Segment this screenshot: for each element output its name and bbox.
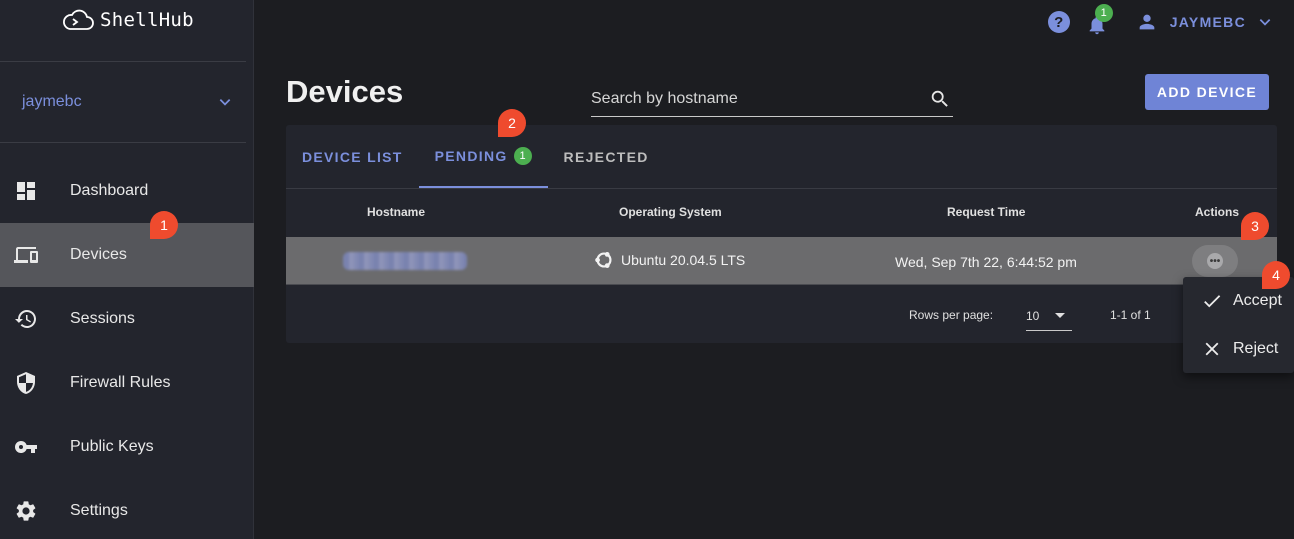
tab-label: DEVICE LIST xyxy=(302,148,403,165)
column-header-os: Operating System xyxy=(619,205,722,219)
menu-item-label: Accept xyxy=(1233,292,1282,309)
person-icon xyxy=(1139,14,1155,30)
tab-device-list[interactable]: DEVICE LIST xyxy=(286,125,419,188)
dashboard-icon xyxy=(17,182,35,200)
add-device-button[interactable]: ADD DEVICE xyxy=(1145,74,1269,110)
close-icon xyxy=(1205,342,1219,356)
os-cell: Ubuntu 20.04.5 LTS xyxy=(593,249,745,271)
sidebar-divider xyxy=(0,61,246,62)
pagination-range: 1-1 of 1 xyxy=(1110,308,1151,322)
ubuntu-icon xyxy=(595,252,612,268)
search-input[interactable] xyxy=(591,90,911,108)
devices-card: DEVICE LIST PENDING 1 REJECTED Hostname … xyxy=(286,125,1277,343)
menu-item-reject[interactable]: Reject xyxy=(1183,325,1294,373)
sidebar-nav: Dashboard Devices Sessions Firewall Rule… xyxy=(0,159,254,539)
more-horizontal-icon: ••• xyxy=(1207,253,1223,269)
rows-per-page-value: 10 xyxy=(1026,308,1040,323)
caret-down-icon xyxy=(1055,313,1065,318)
sidebar-item-label: Dashboard xyxy=(70,182,149,199)
username: JAYMEBC xyxy=(1169,14,1246,30)
cloud-icon xyxy=(63,9,94,30)
column-header-request-time: Request Time xyxy=(947,205,1026,219)
notifications-button[interactable]: 1 xyxy=(1086,4,1113,35)
os-name: Ubuntu 20.04.5 LTS xyxy=(621,252,746,268)
device-tabs: DEVICE LIST PENDING 1 REJECTED xyxy=(286,125,665,188)
history-icon xyxy=(15,310,36,328)
user-menu[interactable]: JAYMEBC xyxy=(1136,11,1272,33)
sidebar-item-firewall-rules[interactable]: Firewall Rules xyxy=(0,351,254,415)
logo-text: ShellHub xyxy=(100,9,194,31)
rows-per-page-select[interactable]: 10 xyxy=(1026,301,1072,331)
app-root: ShellHub jaymebc Dashboard Devices Sessi… xyxy=(0,0,1294,539)
step-marker-3: 3 xyxy=(1241,212,1269,240)
tab-label: REJECTED xyxy=(563,148,649,165)
notification-badge: 1 xyxy=(1094,4,1113,22)
sidebar-item-label: Public Keys xyxy=(70,438,154,455)
hostname-redacted xyxy=(343,252,467,270)
table-row[interactable]: Ubuntu 20.04.5 LTS Wed, Sep 7th 22, 6:44… xyxy=(286,237,1277,285)
request-time: Wed, Sep 7th 22, 6:44:52 pm xyxy=(895,254,1077,270)
sidebar-item-label: Sessions xyxy=(70,310,135,327)
rows-per-page-label: Rows per page: xyxy=(909,308,994,322)
chevron-down-icon xyxy=(1259,19,1271,26)
sidebar-divider xyxy=(0,142,246,143)
sidebar: ShellHub jaymebc Dashboard Devices Sessi… xyxy=(0,0,254,539)
shield-icon xyxy=(17,372,35,394)
tabs-divider xyxy=(286,188,1277,189)
shellhub-logo[interactable]: ShellHub xyxy=(60,8,194,32)
key-icon xyxy=(14,441,38,453)
page-title: Devices xyxy=(286,74,404,109)
sidebar-item-label: Settings xyxy=(70,502,128,519)
column-header-actions: Actions xyxy=(1195,205,1240,219)
sidebar-item-label: Devices xyxy=(70,246,127,263)
gear-icon xyxy=(16,501,36,521)
namespace-name: jaymebc xyxy=(22,93,82,110)
pending-count-badge: 1 xyxy=(513,146,532,165)
check-icon xyxy=(1204,295,1221,308)
step-marker-2: 2 xyxy=(498,109,526,137)
topbar-actions: ? 1 JAYMEBC xyxy=(1047,4,1272,35)
sidebar-item-devices[interactable]: Devices xyxy=(0,223,254,287)
search-icon[interactable] xyxy=(929,88,951,110)
sidebar-item-dashboard[interactable]: Dashboard xyxy=(0,159,254,223)
help-icon[interactable]: ? xyxy=(1047,11,1070,33)
search-field xyxy=(591,82,953,117)
step-marker-4: 4 xyxy=(1262,261,1290,289)
menu-item-label: Reject xyxy=(1233,340,1279,357)
sidebar-item-sessions[interactable]: Sessions xyxy=(0,287,254,351)
sidebar-item-label: Firewall Rules xyxy=(70,374,171,391)
devices-icon xyxy=(14,247,38,263)
chevron-down-icon xyxy=(219,99,231,106)
step-marker-1: 1 xyxy=(150,211,178,239)
namespace-selector[interactable]: jaymebc xyxy=(22,90,232,114)
tab-label: PENDING xyxy=(434,147,508,164)
tab-pending[interactable]: PENDING 1 xyxy=(418,125,548,188)
sidebar-item-settings[interactable]: Settings xyxy=(0,479,254,539)
row-actions-button[interactable]: ••• xyxy=(1192,245,1238,277)
tab-rejected[interactable]: REJECTED xyxy=(548,125,665,188)
column-header-hostname: Hostname xyxy=(367,205,426,219)
sidebar-item-public-keys[interactable]: Public Keys xyxy=(0,415,254,479)
row-actions-menu: Accept Reject xyxy=(1183,277,1294,373)
